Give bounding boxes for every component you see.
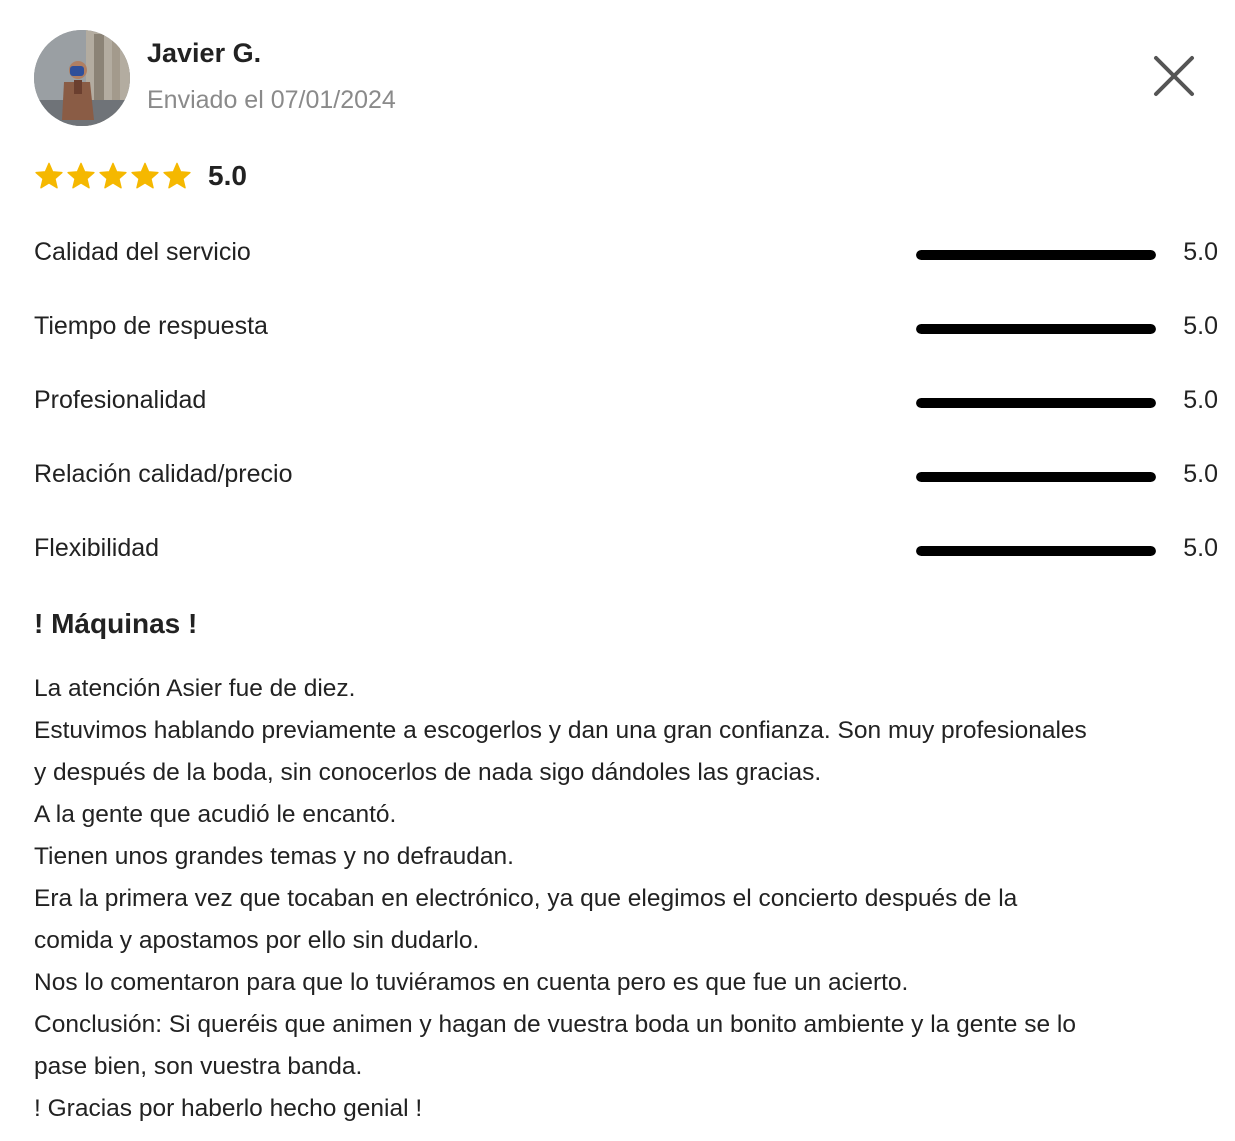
star-rating [34, 161, 192, 191]
criterion-label: Calidad del servicio [34, 238, 251, 266]
criterion-bar [916, 472, 1156, 482]
review-text-line: Era la primera vez que tocaban en electr… [34, 885, 1018, 912]
star-icon [34, 161, 64, 191]
criterion-row: Profesionalidad 5.0 [34, 380, 1218, 454]
criterion-row: Relación calidad/precio 5.0 [34, 454, 1218, 528]
criterion-label: Tiempo de respuesta [34, 312, 268, 340]
review-text-line: Nos lo comentaron para que lo tuviéramos… [34, 969, 909, 996]
criterion-bar [916, 398, 1156, 408]
criterion-label: Flexibilidad [34, 534, 160, 562]
criterion-bar [916, 324, 1156, 334]
review-header: Javier G. Enviado el 07/01/2024 [34, 30, 1200, 128]
review-title: ! Máquinas ! [34, 608, 198, 639]
criterion-label: Profesionalidad [34, 386, 207, 414]
criterion-label: Relación calidad/precio [34, 460, 293, 488]
criterion-bar-fill [916, 398, 1156, 408]
review-text-line: y después de la boda, sin conocerlos de … [34, 759, 822, 786]
criterion-row: Flexibilidad 5.0 [34, 528, 1218, 602]
review-text-line: La atención Asier fue de diez. [34, 675, 356, 702]
review-text-line: comida y apostamos por ello sin dudarlo. [34, 927, 480, 954]
criterion-score: 5.0 [1183, 460, 1218, 488]
star-icon [162, 161, 192, 191]
review-body: La atención Asier fue de diez. Estuvimos … [34, 668, 1224, 1130]
review-text-line: Conclusión: Si queréis que animen y haga… [34, 1011, 1076, 1038]
star-icon [98, 161, 128, 191]
criterion-bar [916, 250, 1156, 260]
review-text-line: Tienen unos grandes temas y no defraudan… [34, 843, 514, 870]
criterion-score: 5.0 [1183, 312, 1218, 340]
criterion-score: 5.0 [1183, 238, 1218, 266]
criteria-ratings: Calidad del servicio 5.0 Tiempo de respues… [34, 232, 1218, 602]
criterion-row: Calidad del servicio 5.0 [34, 232, 1218, 306]
criterion-bar [916, 546, 1156, 556]
criterion-bar-fill [916, 472, 1156, 482]
review-text-line: pase bien, son vuestra banda. [34, 1053, 363, 1080]
author-name: Javier G. [147, 38, 262, 68]
criterion-bar-fill [916, 250, 1156, 260]
close-icon[interactable] [1150, 52, 1198, 100]
review-text-line: Estuvimos hablando previamente a escoger… [34, 717, 1087, 744]
criterion-row: Tiempo de respuesta 5.0 [34, 306, 1218, 380]
sent-date: Enviado el 07/01/2024 [147, 86, 396, 114]
review-text-line: ! Gracias por haberlo hecho genial ! [34, 1095, 423, 1122]
star-icon [66, 161, 96, 191]
criterion-bar-fill [916, 324, 1156, 334]
close-button[interactable] [1150, 52, 1198, 100]
criterion-score: 5.0 [1183, 386, 1218, 414]
review-text-line: A la gente que acudió le encantó. [34, 801, 397, 828]
avatar [34, 30, 130, 126]
overall-rating: 5.0 [34, 156, 247, 196]
criterion-score: 5.0 [1183, 534, 1218, 562]
star-icon [130, 161, 160, 191]
overall-score: 5.0 [208, 160, 247, 191]
criterion-bar-fill [916, 546, 1156, 556]
